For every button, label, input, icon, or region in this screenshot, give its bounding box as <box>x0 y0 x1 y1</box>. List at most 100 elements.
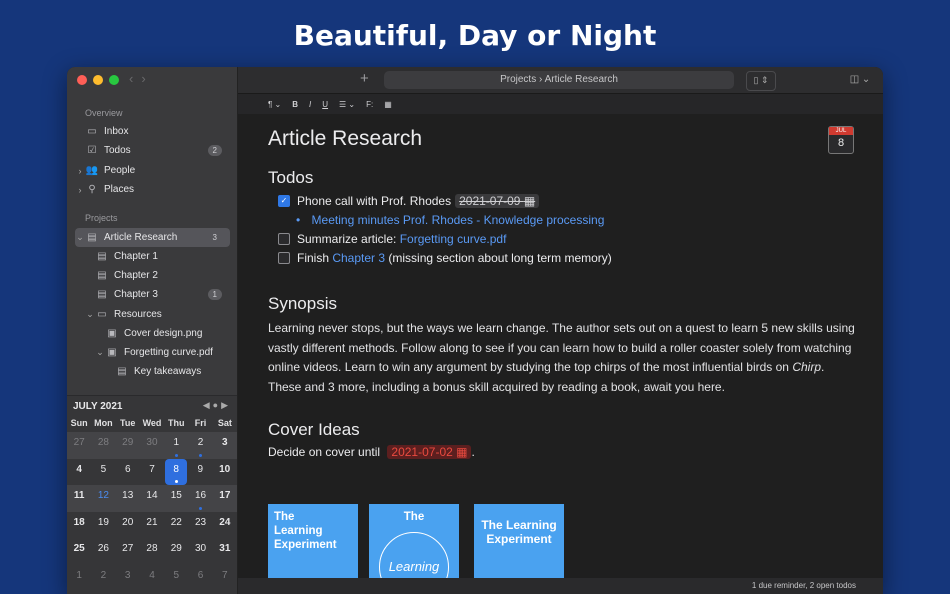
calendar-day[interactable]: 15 <box>164 485 188 512</box>
event-dot <box>174 480 178 483</box>
calendar-day[interactable]: 17 <box>213 485 237 512</box>
calendar-day[interactable]: 3 <box>213 432 237 459</box>
chevron-right-icon[interactable]: › <box>75 185 85 195</box>
calendar-day[interactable]: 7 <box>140 459 164 486</box>
minimize-window-button[interactable] <box>93 75 103 85</box>
sidebar-item-chapter-1[interactable]: ▤ Chapter 1 <box>75 247 230 266</box>
due-date-chip[interactable]: 2021-07-09 ▦ <box>455 194 540 208</box>
calendar-weekday: Fri <box>194 418 207 428</box>
chevron-right-icon[interactable]: › <box>75 166 85 176</box>
sidebar-item-places[interactable]: › ⚲ Places <box>75 180 230 199</box>
link[interactable]: Chapter 3 <box>332 251 385 265</box>
underline-button[interactable]: U <box>322 100 328 109</box>
calendar-grid: Sun Mon Tue Wed Thu Fri Sat 27 28 29 30 1 2 3 4 5 6 7 8 9 10… <box>67 418 237 591</box>
link[interactable]: Forgetting curve.pdf <box>400 232 507 246</box>
sidebar-item-people[interactable]: › 👥 People <box>75 161 230 180</box>
cover-image[interactable]: The Learning <box>369 504 459 578</box>
link[interactable]: Meeting minutes Prof. Rhodes - Knowledge… <box>312 213 605 227</box>
calendar-day[interactable]: 21 <box>140 512 164 539</box>
italic-button[interactable]: I <box>309 100 311 109</box>
calendar-day[interactable]: 5 <box>164 565 188 592</box>
sidebar-item-key-takeaways[interactable]: ▤ Key takeaways <box>75 362 230 381</box>
calendar-day[interactable]: 3 <box>116 565 140 592</box>
calendar-day[interactable]: 29 <box>116 432 140 459</box>
calendar-day[interactable]: 20 <box>116 512 140 539</box>
calendar-day[interactable]: 11 <box>67 485 91 512</box>
calendar-day[interactable]: 1 <box>164 432 188 459</box>
calendar-day[interactable]: 27 <box>67 432 91 459</box>
paragraph-style-button[interactable]: ¶ ⌄ <box>268 100 281 109</box>
cover-image[interactable]: The Learning Experiment ƒƒƒ <box>268 504 358 578</box>
calendar-day[interactable]: 28 <box>91 432 115 459</box>
calendar-weekday-row: Sun Mon Tue Wed Thu Fri Sat <box>67 418 237 432</box>
cover-image[interactable]: The Learning Experiment ccc <box>474 504 564 578</box>
calendar-day[interactable]: 6 <box>188 565 212 592</box>
calendar-day[interactable]: 22 <box>164 512 188 539</box>
calendar-day[interactable]: 10 <box>212 459 236 486</box>
calendar-day[interactable]: 4 <box>67 459 91 486</box>
calendar-icon[interactable]: JUL 8 <box>828 126 854 154</box>
sidebar-item-forgetting-curve[interactable]: ⌄ ▣ Forgetting curve.pdf <box>75 343 230 362</box>
sidebar-item-inbox[interactable]: ▭ Inbox <box>75 122 230 141</box>
sidebar-item-chapter-3[interactable]: ▤ Chapter 3 1 <box>75 285 230 304</box>
calendar-day[interactable]: 4 <box>140 565 164 592</box>
sidebar-item-todos[interactable]: ☑ Todos 2 <box>75 141 230 160</box>
calendar-day[interactable]: 16 <box>188 485 212 512</box>
calendar-day[interactable]: 8 <box>165 458 188 485</box>
calendar-week-row: 1234567 <box>67 565 237 592</box>
calendar-month-label: JULY 2021 <box>73 401 123 412</box>
bullet-icon: • <box>296 213 301 227</box>
calendar-day[interactable]: 2 <box>91 565 115 592</box>
nav-arrows[interactable]: ‹› <box>129 71 154 86</box>
calendar-day[interactable]: 27 <box>116 538 140 565</box>
calendar-nav-controls[interactable]: ◀●▶ <box>203 400 231 411</box>
sidebar-item-cover-design[interactable]: ▣ Cover design.png <box>75 324 230 343</box>
calendar-day[interactable]: 5 <box>91 459 115 486</box>
document-menu-button[interactable]: ▯ ⇕ <box>746 71 776 91</box>
sidebar-item-chapter-2[interactable]: ▤ Chapter 2 <box>75 266 230 285</box>
calendar-day[interactable]: 28 <box>140 538 164 565</box>
calendar-day[interactable]: 31 <box>213 538 237 565</box>
document-editor[interactable]: Article Research JUL 8 Todos ✓ Phone cal… <box>238 114 883 578</box>
add-button[interactable]: + <box>360 70 369 87</box>
calendar-day[interactable]: 13 <box>116 485 140 512</box>
calendar-day[interactable]: 18 <box>67 512 91 539</box>
breadcrumb-current[interactable]: Article Research <box>545 74 618 85</box>
synopsis-heading: Synopsis <box>268 294 337 313</box>
todo-checkbox[interactable]: ✓ <box>278 195 290 207</box>
sidebar-item-article-research[interactable]: ⌄ ▤ Article Research 3 <box>75 228 230 247</box>
calendar-day[interactable]: 14 <box>140 485 164 512</box>
calendar-day[interactable]: 30 <box>188 538 212 565</box>
todo-checkbox[interactable] <box>278 252 290 264</box>
sidebar-toggle-button[interactable]: ◫ ⌄ <box>847 71 873 89</box>
insert-date-icon[interactable]: ▦ <box>384 100 392 109</box>
calendar-day[interactable]: 12 <box>91 485 115 512</box>
calendar-day[interactable]: 2 <box>188 432 212 459</box>
calendar-day[interactable]: 25 <box>67 538 91 565</box>
zoom-window-button[interactable] <box>109 75 119 85</box>
calendar-day[interactable]: 7 <box>213 565 237 592</box>
calendar-day[interactable]: 9 <box>188 459 212 486</box>
breadcrumb-root[interactable]: Projects <box>500 74 536 85</box>
calendar-day[interactable]: 30 <box>140 432 164 459</box>
calendar-weekday: Thu <box>168 418 185 428</box>
calendar-day[interactable]: 23 <box>188 512 212 539</box>
footnote-button[interactable]: F: <box>366 100 373 109</box>
list-button[interactable]: ☰ ⌄ <box>339 100 355 109</box>
calendar-day[interactable]: 6 <box>116 459 140 486</box>
calendar-day[interactable]: 1 <box>67 565 91 592</box>
calendar-day[interactable]: 29 <box>164 538 188 565</box>
chevron-down-icon[interactable]: ⌄ <box>85 309 95 320</box>
calendar-day[interactable]: 19 <box>91 512 115 539</box>
sidebar-item-resources[interactable]: ⌄ ▭ Resources <box>75 305 230 324</box>
close-window-button[interactable] <box>77 75 87 85</box>
breadcrumb[interactable]: Projects › Article Research <box>384 71 734 89</box>
todo-checkbox[interactable] <box>278 233 290 245</box>
calendar-day[interactable]: 24 <box>213 512 237 539</box>
chevron-down-icon[interactable]: ⌄ <box>95 347 105 358</box>
sidebar: ‹› Overview ▭ Inbox ☑ Todos 2 › 👥 People … <box>67 67 238 594</box>
due-date-chip[interactable]: 2021-07-02 ▦ <box>387 445 472 459</box>
chevron-down-icon[interactable]: ⌄ <box>75 232 85 243</box>
calendar-day[interactable]: 26 <box>91 538 115 565</box>
bold-button[interactable]: B <box>292 100 298 109</box>
